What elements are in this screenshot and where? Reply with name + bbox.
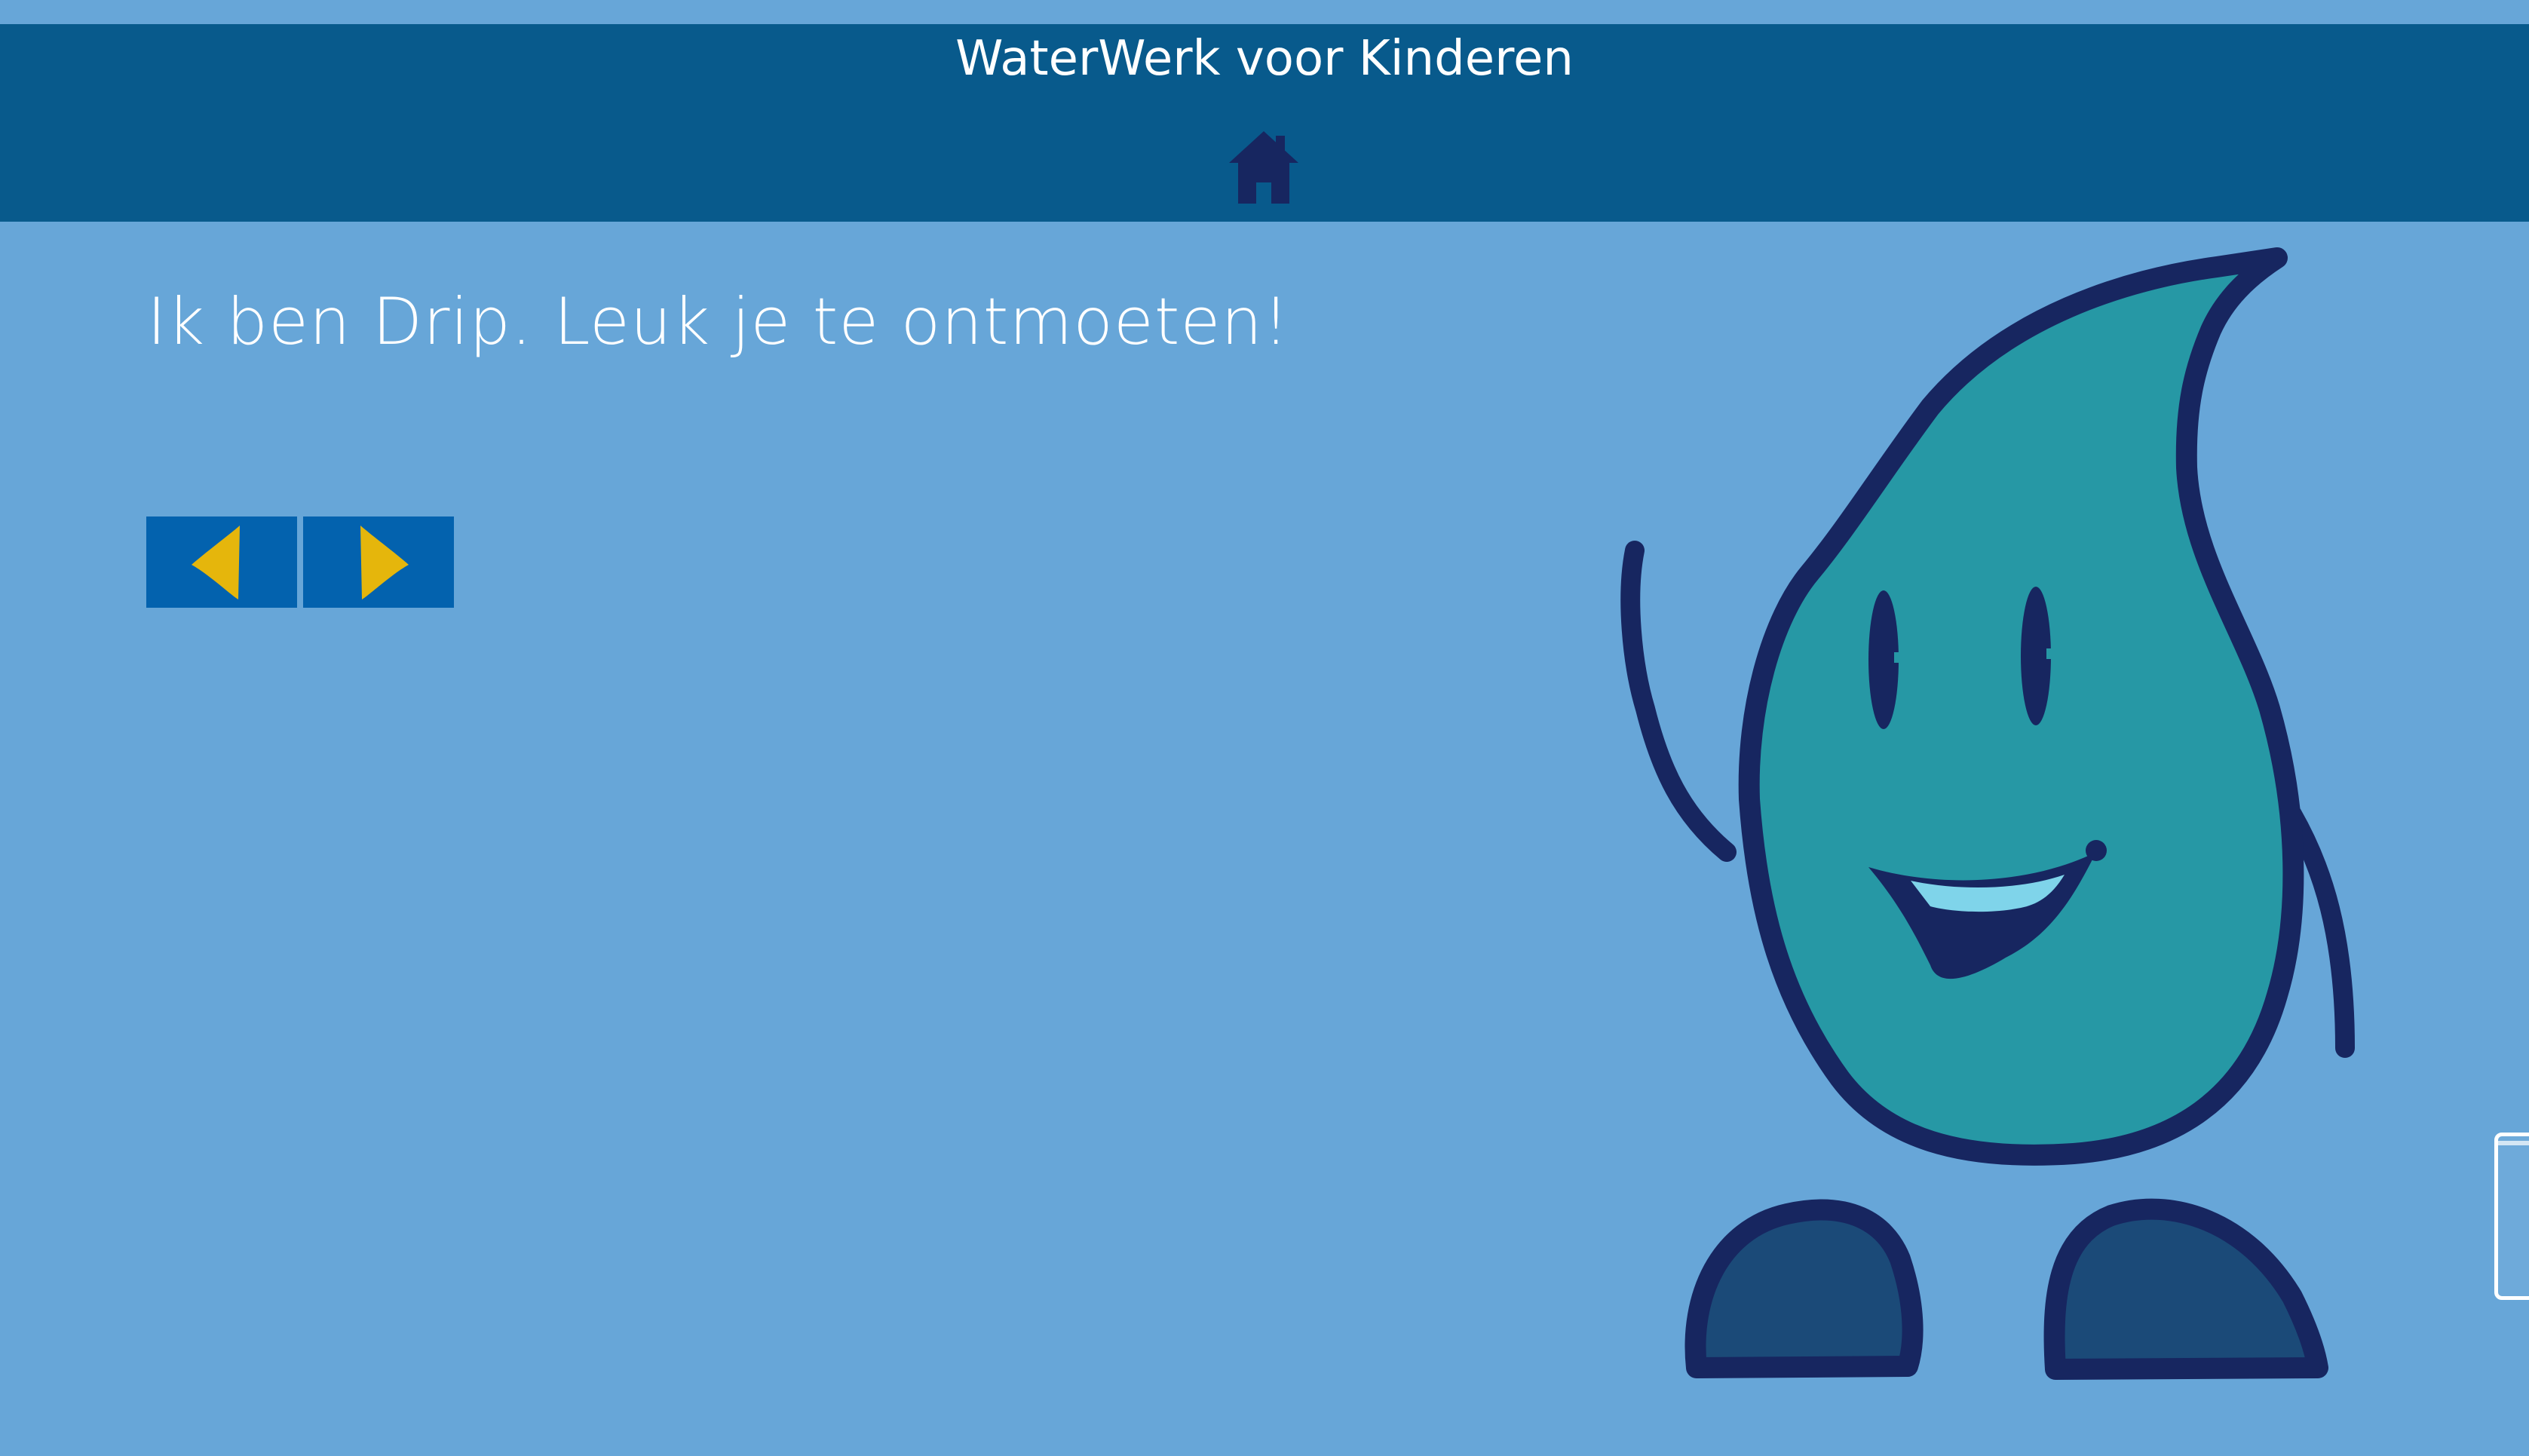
side-widget-bar: [2498, 1141, 2529, 1145]
home-button[interactable]: [1226, 128, 1301, 204]
page: WaterWerk voor Kinderen Ik ben Drip. Leu…: [0, 0, 2529, 1456]
greeting-text: Ik ben Drip. Leuk je te ontmoeten!: [147, 284, 1290, 360]
arrow-left-icon: [192, 526, 240, 599]
site-title[interactable]: WaterWerk voor Kinderen: [0, 29, 2529, 89]
next-button[interactable]: [303, 516, 454, 608]
previous-button[interactable]: [146, 516, 297, 608]
home-icon: [1229, 131, 1298, 204]
side-widget-tab[interactable]: [2494, 1133, 2529, 1300]
drip-mascot-illustration: [1620, 247, 2355, 1380]
arrow-right-icon: [360, 526, 409, 599]
top-strip: [0, 0, 2529, 24]
